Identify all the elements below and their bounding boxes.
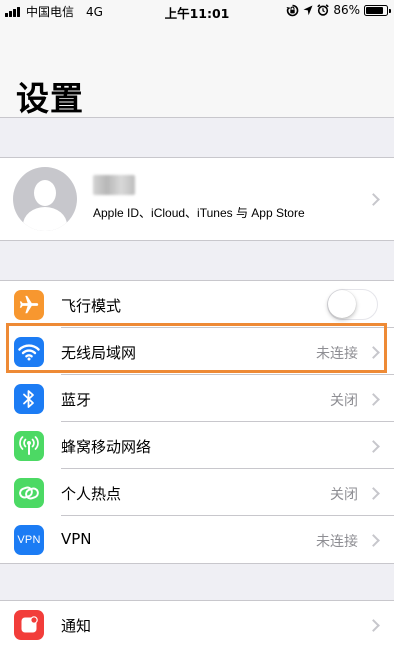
settings-row-wifi[interactable]: 无线局域网 未连接 — [0, 328, 394, 375]
wifi-label: 无线局域网 — [61, 344, 137, 362]
bluetooth-icon — [14, 384, 44, 414]
chevron-right-icon — [367, 393, 380, 406]
page-title: 设置 — [16, 79, 84, 118]
hotspot-label: 个人热点 — [61, 485, 122, 503]
wifi-icon — [14, 337, 44, 367]
chevron-right-icon — [367, 619, 380, 632]
cellular-icon — [14, 431, 44, 461]
settings-row-bluetooth[interactable]: 蓝牙 关闭 — [0, 375, 394, 422]
chevron-right-icon — [367, 487, 380, 500]
airplane-mode-label: 飞行模式 — [61, 297, 122, 315]
status-bar-right: 86% — [286, 3, 391, 17]
notification-icon — [14, 610, 44, 640]
profile-subtitle: Apple ID、iCloud、iTunes 与 App Store — [93, 206, 305, 220]
vpn-icon-text: VPN — [17, 534, 41, 546]
avatar-head-shape — [34, 180, 56, 206]
vpn-icon: VPN — [14, 525, 44, 555]
apple-id-profile-row[interactable]: Apple ID、iCloud、iTunes 与 App Store — [0, 157, 394, 241]
vpn-status-value: 未连接 — [316, 534, 358, 550]
alarm-icon — [317, 4, 330, 16]
settings-row-notifications[interactable]: 通知 — [0, 600, 394, 648]
settings-row-cellular[interactable]: 蜂窝移动网络 — [0, 422, 394, 469]
bluetooth-status-value: 关闭 — [330, 393, 358, 409]
notifications-label: 通知 — [61, 617, 92, 635]
toggle-knob — [328, 290, 356, 318]
orientation-lock-icon — [286, 4, 299, 16]
bluetooth-label: 蓝牙 — [61, 391, 92, 409]
hotspot-status-value: 关闭 — [330, 487, 358, 503]
airplane-mode-toggle[interactable] — [327, 289, 378, 320]
location-icon — [303, 5, 313, 15]
settings-row-airplane-mode: 飞行模式 — [0, 281, 394, 328]
status-bar: 中国电信 4G 上午11:01 86% — [0, 0, 394, 21]
vpn-label: VPN — [61, 530, 92, 548]
battery-icon — [364, 4, 391, 16]
cellular-label: 蜂窝移动网络 — [61, 438, 152, 456]
chevron-right-icon — [367, 346, 380, 359]
avatar-body-shape — [23, 207, 67, 231]
settings-row-vpn[interactable]: VPN VPN 未连接 — [0, 516, 394, 563]
chevron-right-icon — [367, 193, 380, 206]
settings-row-personal-hotspot[interactable]: 个人热点 关闭 — [0, 469, 394, 516]
battery-level — [366, 6, 384, 14]
battery-percent-label: 86% — [333, 3, 360, 17]
profile-name-blurred — [93, 175, 135, 195]
chevron-right-icon — [367, 440, 380, 453]
wifi-status-value: 未连接 — [316, 346, 358, 362]
avatar — [13, 167, 77, 231]
hotspot-icon — [14, 478, 44, 508]
connectivity-settings-group: 飞行模式 无线局域网 未连接 蓝牙 关闭 蜂窝移动网络 个人热点 关闭 VPN … — [0, 280, 394, 564]
airplane-icon — [14, 290, 44, 320]
chevron-right-icon — [367, 534, 380, 547]
